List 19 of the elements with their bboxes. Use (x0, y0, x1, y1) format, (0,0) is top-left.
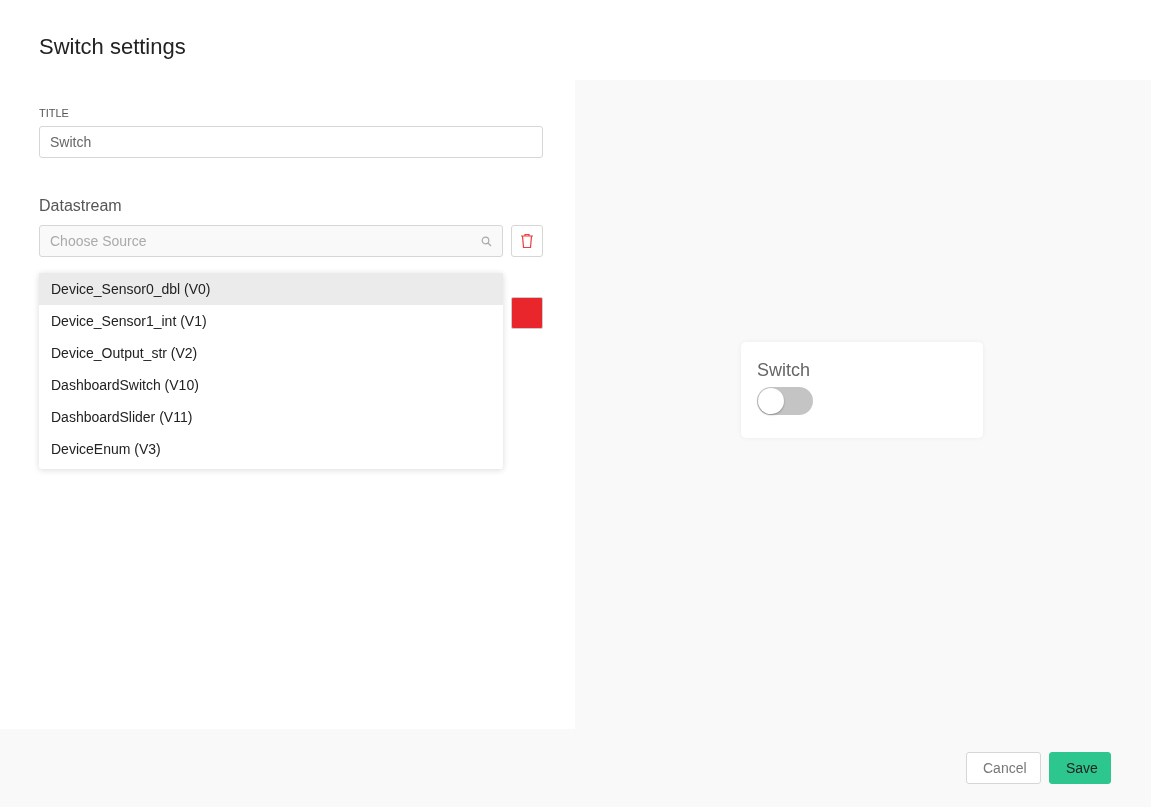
dropdown-option[interactable]: DashboardSlider (V11) (39, 401, 503, 433)
save-button[interactable]: Save (1049, 752, 1111, 784)
section-heading: Datastream (39, 196, 123, 216)
dropdown-option[interactable]: Device_Sensor0_dbl (V0) (39, 273, 503, 305)
dropdown-option[interactable]: Device_Sensor1_int (V1) (39, 305, 503, 337)
delete-button[interactable] (511, 225, 543, 257)
dialog-title: Switch settings (39, 33, 187, 61)
cancel-button[interactable]: Cancel (966, 752, 1041, 784)
source-select-field[interactable]: Choose Source (39, 225, 503, 257)
search-icon (481, 236, 492, 247)
title-input-field[interactable]: Switch (39, 126, 543, 158)
field-label: TITLE (39, 106, 70, 120)
trash-icon (520, 233, 534, 249)
color-swatch[interactable] (511, 297, 543, 329)
widget-title: Switch (757, 358, 811, 381)
dropdown-option[interactable]: DeviceEnum (V3) (39, 433, 503, 465)
dropdown-option[interactable]: Device_Output_str (V2) (39, 337, 503, 369)
dropdown-option[interactable]: DashboardSwitch (V10) (39, 369, 503, 401)
toggle-switch[interactable] (757, 386, 813, 415)
